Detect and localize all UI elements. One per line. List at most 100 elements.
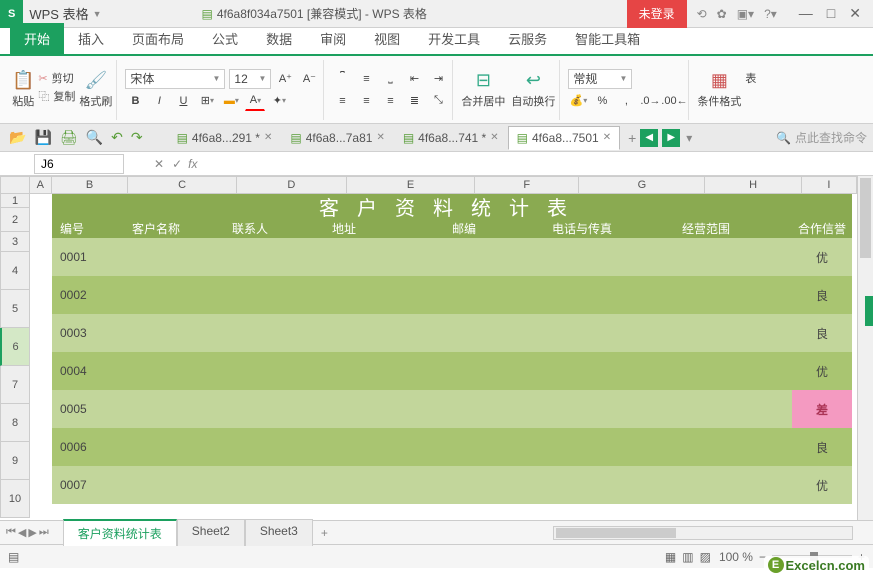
close-button[interactable]: ✕ (849, 5, 861, 22)
decimal-dec-button[interactable]: .00← (664, 91, 684, 111)
doc-tab[interactable]: ▤4f6a8...7501✕ (508, 126, 620, 150)
fx-label[interactable]: fx (188, 157, 197, 171)
col-header[interactable]: B (52, 176, 129, 194)
tab-next-button[interactable]: ▶ (662, 129, 680, 147)
format-painter-button[interactable]: 🖌 格式刷 (79, 70, 112, 109)
pagebreak-view-button[interactable]: ▨ (700, 550, 711, 564)
number-format-select[interactable]: 常规▼ (568, 69, 632, 89)
indent-dec-button[interactable]: ⇤ (404, 69, 424, 89)
tab-start[interactable]: 开始 (10, 23, 64, 54)
row-header[interactable]: 8 (0, 404, 30, 442)
close-icon[interactable]: ✕ (490, 132, 498, 143)
maximize-button[interactable]: □ (827, 5, 835, 22)
row-header[interactable]: 10 (0, 480, 30, 518)
table-row[interactable]: 0003良 (52, 314, 852, 352)
paste-button[interactable]: 📋 粘贴 (12, 70, 34, 109)
tab-data[interactable]: 数据 (252, 23, 306, 54)
col-header[interactable]: H (705, 176, 801, 194)
tab-view[interactable]: 视图 (360, 23, 414, 54)
italic-button[interactable]: I (149, 91, 169, 111)
tab-insert[interactable]: 插入 (64, 23, 118, 54)
accept-formula-icon[interactable]: ✓ (172, 157, 182, 171)
doc-map-icon[interactable]: ▤ (8, 550, 19, 564)
table-style-button[interactable]: 表 (745, 70, 756, 109)
indent-inc-button[interactable]: ⇥ (428, 69, 448, 89)
close-icon[interactable]: ✕ (603, 132, 611, 143)
merge-center-button[interactable]: ⊟ 合并居中 (461, 70, 505, 109)
skin-icon[interactable]: ▣▾ (737, 7, 754, 21)
save-icon[interactable]: 💾 (31, 129, 54, 146)
tab-review[interactable]: 审阅 (306, 23, 360, 54)
comma-button[interactable]: , (616, 91, 636, 111)
tab-dev[interactable]: 开发工具 (414, 23, 494, 54)
align-center-button[interactable]: ≡ (356, 91, 376, 111)
fill-color-button[interactable]: ▬▾ (221, 91, 241, 111)
side-panel-toggle[interactable] (865, 296, 873, 326)
app-menu-dropdown[interactable]: ▼ (93, 9, 102, 19)
table-row[interactable]: 0004优 (52, 352, 852, 390)
row-header[interactable]: 9 (0, 442, 30, 480)
select-all-corner[interactable] (0, 176, 30, 194)
cancel-formula-icon[interactable]: ✕ (154, 157, 164, 171)
zoom-label[interactable]: 100 % (719, 550, 753, 564)
tab-cloud[interactable]: 云服务 (494, 23, 561, 54)
sheet-tab-active[interactable]: 客户资料统计表 (63, 519, 177, 546)
sheet-tab-2[interactable]: Sheet2 (177, 519, 245, 546)
col-header[interactable]: G (579, 176, 705, 194)
undo-icon[interactable]: ↶ (108, 129, 126, 146)
tab-list-button[interactable]: ▾ (686, 131, 692, 145)
align-right-button[interactable]: ≡ (380, 91, 400, 111)
font-select[interactable]: 宋体▼ (125, 69, 225, 89)
row-header[interactable]: 3 (0, 232, 30, 252)
close-icon[interactable]: ✕ (264, 132, 272, 143)
normal-view-button[interactable]: ▦ (665, 550, 676, 564)
col-header[interactable]: I (802, 176, 857, 194)
sync-icon[interactable]: ⟲ (697, 7, 707, 21)
bold-button[interactable]: B (125, 91, 145, 111)
col-header[interactable]: C (128, 176, 236, 194)
currency-button[interactable]: 💰▾ (568, 91, 588, 111)
orientation-button[interactable]: ⤡ (428, 91, 448, 111)
align-middle-button[interactable]: ≡ (356, 69, 376, 89)
close-icon[interactable]: ✕ (376, 132, 384, 143)
auto-wrap-button[interactable]: ↩ 自动换行 (511, 70, 555, 109)
tab-formula[interactable]: 公式 (198, 23, 252, 54)
decrease-font-button[interactable]: A⁻ (299, 69, 319, 89)
name-box[interactable]: J6 (34, 154, 124, 174)
tab-prev-button[interactable]: ◀ (640, 129, 658, 147)
sheet-prev-button[interactable]: ◀ (18, 526, 26, 539)
preview-icon[interactable]: 🔍 (83, 129, 106, 146)
doc-tab[interactable]: ▤4f6a8...7a81✕ (281, 126, 393, 150)
cond-format-button[interactable]: ▦ 条件格式 (697, 70, 741, 109)
settings-icon[interactable]: ✿ (717, 7, 727, 21)
row-header[interactable]: 7 (0, 366, 30, 404)
spreadsheet-grid[interactable]: 12345678910 ABCDEFGHI 客户资料统计表 编号 客户名称 联系… (0, 176, 873, 520)
minimize-button[interactable]: — (799, 5, 813, 22)
sheet-last-button[interactable]: ⏭ (39, 526, 49, 539)
sheet-next-button[interactable]: ▶ (28, 526, 36, 539)
command-search[interactable]: 🔍 点此查找命令 (776, 129, 867, 146)
add-sheet-button[interactable]: + (313, 526, 336, 540)
font-color-button[interactable]: A▾ (245, 91, 265, 111)
redo-icon[interactable]: ↷ (128, 129, 146, 146)
table-row[interactable]: 0002良 (52, 276, 852, 314)
vertical-scrollbar[interactable] (857, 176, 873, 520)
row-header[interactable]: 5 (0, 290, 30, 328)
tab-smart[interactable]: 智能工具箱 (561, 23, 654, 54)
page-view-button[interactable]: ▥ (682, 550, 693, 564)
copy-button[interactable]: ⿻复制 (38, 88, 75, 104)
fontsize-select[interactable]: 12▼ (229, 69, 271, 89)
increase-font-button[interactable]: A⁺ (275, 69, 295, 89)
table-row[interactable]: 0006良 (52, 428, 852, 466)
row-header[interactable]: 6 (0, 328, 30, 366)
sheet-tab-3[interactable]: Sheet3 (245, 519, 313, 546)
justify-button[interactable]: ≣ (404, 91, 424, 111)
doc-tab[interactable]: ▤4f6a8...291 *✕ (168, 126, 282, 150)
table-row[interactable]: 0005差 (52, 390, 852, 428)
cut-button[interactable]: ✂剪切 (38, 70, 75, 86)
decimal-inc-button[interactable]: .0→ (640, 91, 660, 111)
align-top-button[interactable]: ⎴ (332, 69, 352, 89)
print-icon[interactable]: 🖨 (57, 129, 81, 146)
table-row[interactable]: 0007优 (52, 466, 852, 504)
row-header[interactable]: 1 (0, 194, 30, 208)
